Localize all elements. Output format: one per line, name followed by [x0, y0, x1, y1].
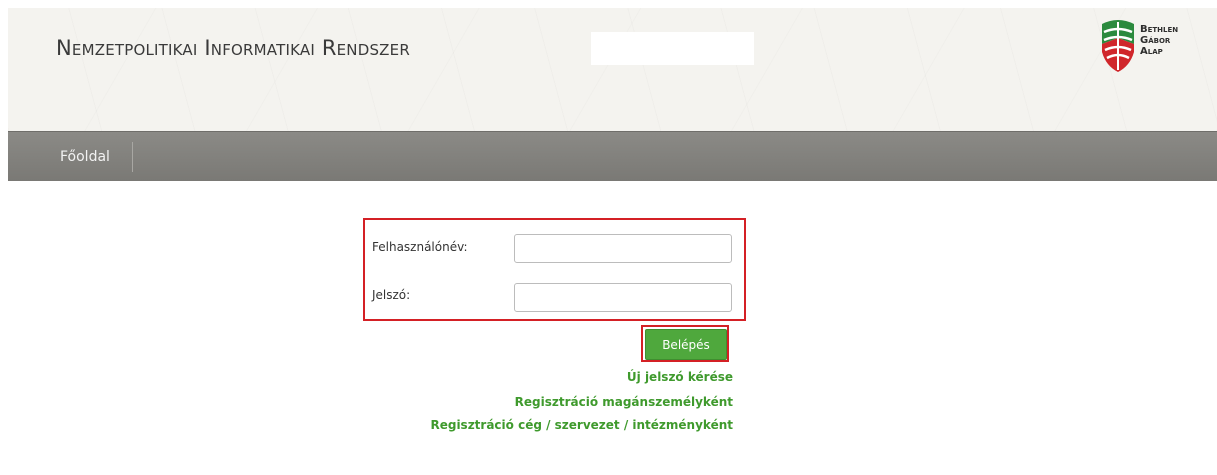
- login-button[interactable]: Belépés: [645, 329, 727, 360]
- nav-divider: [132, 142, 133, 172]
- nav-item-home[interactable]: Főoldal: [60, 149, 110, 165]
- new-password-link[interactable]: Új jelszó kérése: [627, 370, 733, 384]
- logo-text: Bethlen Gábor Alap: [1140, 24, 1178, 57]
- app-title: Nemzetpolitikai Informatikai Rendszer: [56, 36, 410, 60]
- logo-line-1: Bethlen: [1140, 24, 1179, 35]
- bethlen-gabor-alap-logo: Bethlen Gábor Alap: [1100, 12, 1217, 82]
- page-header: Nemzetpolitikai Informatikai Rendszer Be…: [8, 8, 1217, 131]
- main-navbar: Főoldal: [8, 131, 1217, 181]
- logo-line-2: Gábor: [1140, 35, 1171, 46]
- password-label: Jelszó:: [372, 288, 411, 302]
- redacted-area: [591, 32, 754, 65]
- logo-emblem-icon: [1102, 20, 1134, 72]
- username-label: Felhasználónév:: [372, 240, 468, 254]
- logo-line-3: Alap: [1140, 46, 1163, 57]
- password-input[interactable]: [514, 283, 732, 312]
- register-organization-link[interactable]: Regisztráció cég / szervezet / intézmény…: [430, 418, 733, 432]
- username-input[interactable]: [514, 234, 732, 263]
- register-private-link[interactable]: Regisztráció magánszemélyként: [515, 395, 733, 409]
